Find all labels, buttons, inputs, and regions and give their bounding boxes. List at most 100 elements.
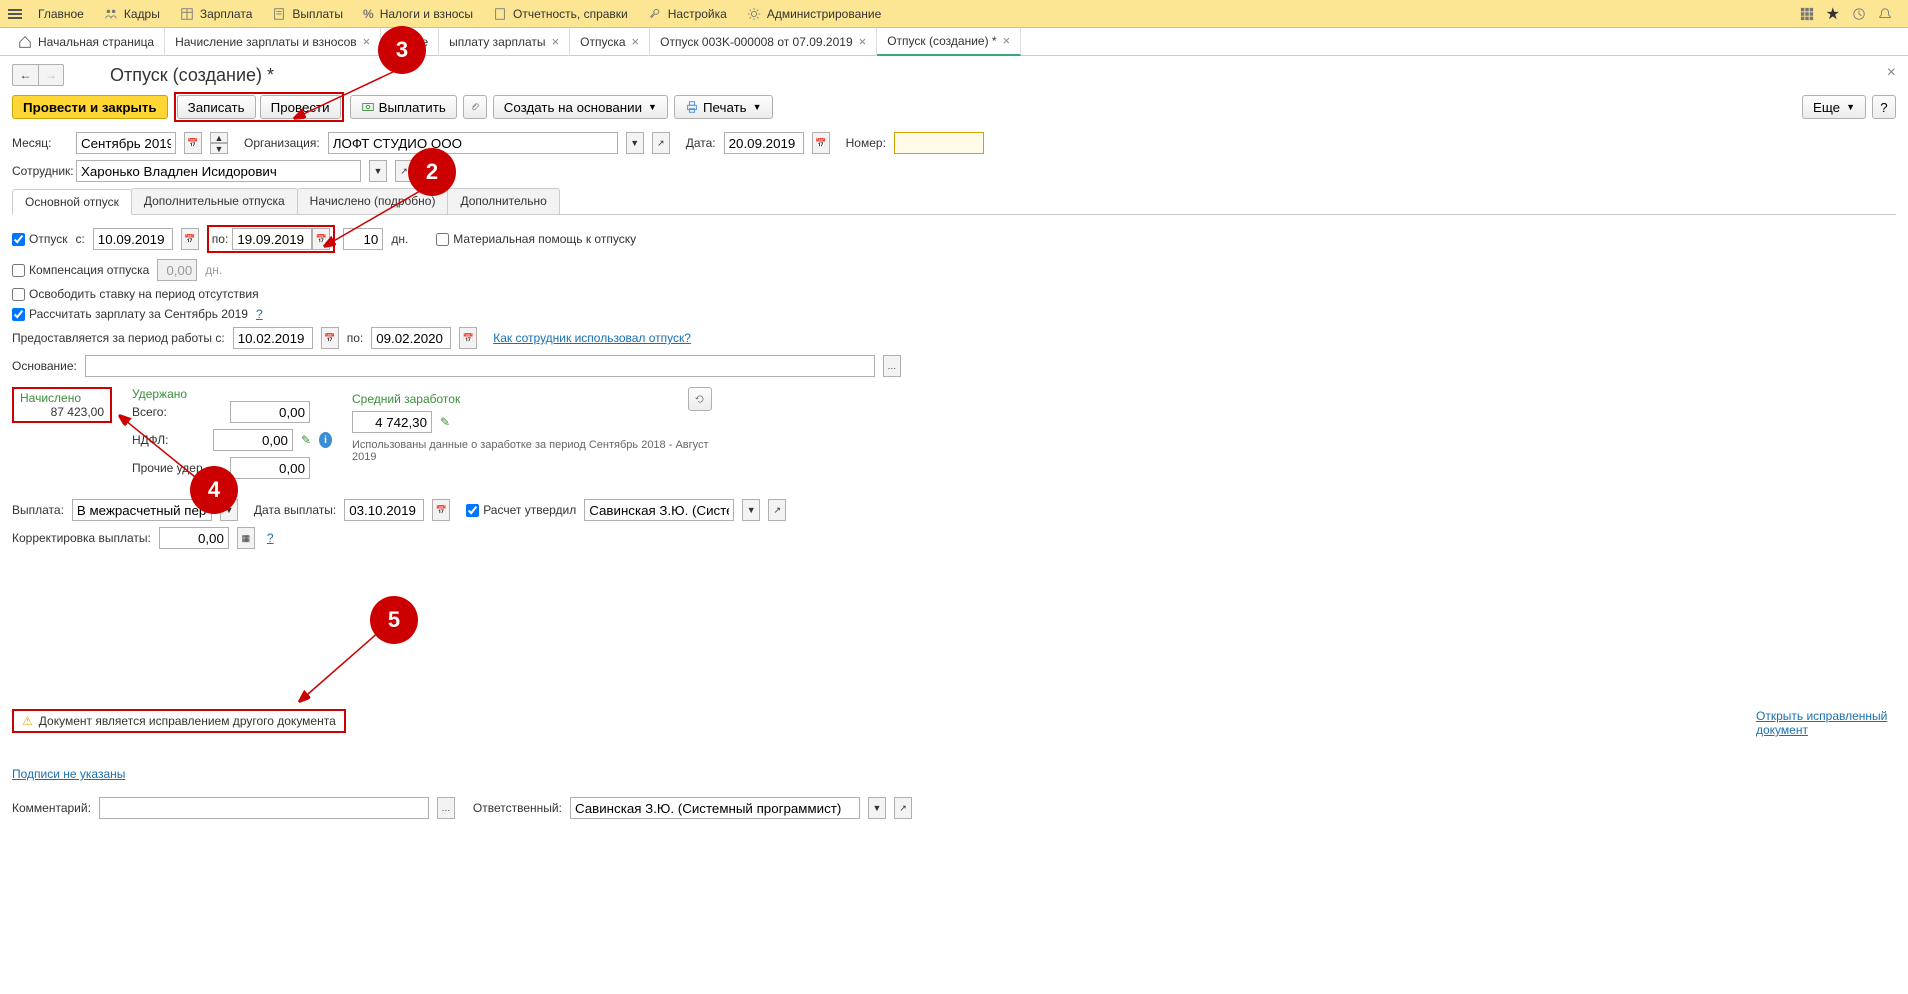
dropdown-icon[interactable]: ▼ — [626, 132, 644, 154]
ellipsis-icon[interactable]: … — [437, 797, 455, 819]
close-page-button[interactable]: × — [1887, 64, 1896, 82]
from-date-field[interactable] — [93, 228, 173, 250]
ellipsis-icon[interactable]: … — [883, 355, 901, 377]
post-button[interactable]: Провести — [260, 95, 341, 119]
info-icon[interactable]: i — [319, 432, 332, 448]
period-from-field[interactable] — [233, 327, 313, 349]
period-to-field[interactable] — [371, 327, 451, 349]
menu-reports[interactable]: Отчетность, справки — [483, 3, 638, 25]
close-icon[interactable]: × — [859, 34, 867, 49]
signatures-link[interactable]: Подписи не указаны — [12, 767, 125, 781]
basis-field[interactable] — [85, 355, 875, 377]
bell-icon[interactable] — [1878, 7, 1892, 21]
avg-label: Средний заработок — [352, 392, 460, 406]
subtab-extra[interactable]: Дополнительно — [447, 188, 559, 214]
spin-up-icon[interactable]: ▲ — [210, 132, 228, 143]
comment-field[interactable] — [99, 797, 429, 819]
dropdown-icon[interactable]: ▼ — [868, 797, 886, 819]
accrued-value: 87 423,00 — [20, 405, 104, 419]
menu-salary[interactable]: Зарплата — [170, 3, 263, 25]
pay-date-field[interactable] — [344, 499, 424, 521]
close-icon[interactable]: × — [552, 34, 560, 49]
correction-field[interactable] — [159, 527, 229, 549]
calendar-icon[interactable]: 📅 — [184, 132, 202, 154]
approved-checkbox[interactable]: Расчет утвердил — [466, 503, 576, 517]
total-field[interactable] — [230, 401, 310, 423]
spin-down-icon[interactable]: ▼ — [210, 143, 228, 154]
month-label: Месяц: — [12, 136, 68, 150]
employee-field[interactable] — [76, 160, 361, 182]
calendar-icon[interactable]: 📅 — [321, 327, 339, 349]
approved-field[interactable] — [584, 499, 734, 521]
refresh-button[interactable] — [688, 387, 712, 411]
create-based-button[interactable]: Создать на основании▼ — [493, 95, 668, 119]
vacation-checkbox[interactable]: Отпуск — [12, 232, 67, 246]
ndfl-field[interactable] — [213, 429, 293, 451]
subtab-additional[interactable]: Дополнительные отпуска — [131, 188, 298, 214]
help-button[interactable]: ? — [1872, 95, 1896, 119]
calendar-icon[interactable]: 📅 — [459, 327, 477, 349]
org-field[interactable] — [328, 132, 618, 154]
other-field[interactable] — [230, 457, 310, 479]
dropdown-icon[interactable]: ▼ — [742, 499, 760, 521]
calc-icon[interactable]: ▦ — [237, 527, 255, 549]
release-checkbox[interactable]: Освободить ставку на период отсутствия — [12, 287, 259, 301]
menu-settings[interactable]: Настройка — [638, 3, 737, 25]
correction-warning: ⚠ Документ является исправлением другого… — [12, 709, 346, 733]
hamburger-icon[interactable] — [8, 9, 22, 19]
month-field[interactable] — [76, 132, 176, 154]
more-button[interactable]: Еще▼ — [1802, 95, 1866, 119]
responsible-field[interactable] — [570, 797, 860, 819]
save-button[interactable]: Записать — [177, 95, 256, 119]
attach-button[interactable] — [463, 95, 487, 119]
history-icon[interactable] — [1852, 7, 1866, 21]
subtab-main[interactable]: Основной отпуск — [12, 189, 132, 215]
menu-taxes[interactable]: %Налоги и взносы — [353, 3, 483, 25]
close-icon[interactable]: × — [363, 34, 371, 49]
open-corrected-link[interactable]: Открыть исправленный документ — [1756, 709, 1896, 737]
tab-start[interactable]: Начальная страница — [8, 28, 165, 56]
menu-admin[interactable]: Администрирование — [737, 3, 891, 25]
compensation-field — [157, 259, 197, 281]
open-icon[interactable]: ↗ — [894, 797, 912, 819]
to-date-field[interactable] — [232, 228, 312, 250]
apps-icon[interactable] — [1800, 7, 1814, 21]
star-icon[interactable]: ★ — [1826, 4, 1840, 24]
post-close-button[interactable]: Провести и закрыть — [12, 95, 168, 119]
calendar-icon[interactable]: 📅 — [181, 228, 199, 250]
days-field[interactable] — [343, 228, 383, 250]
help-link[interactable]: ? — [256, 307, 263, 321]
pay-button[interactable]: Выплатить — [350, 95, 457, 119]
menu-personnel[interactable]: Кадры — [94, 3, 170, 25]
pencil-icon[interactable]: ✎ — [440, 415, 450, 429]
menu-main[interactable]: Главное — [28, 3, 94, 25]
close-icon[interactable]: × — [1003, 33, 1011, 48]
material-help-checkbox[interactable]: Материальная помощь к отпуску — [436, 232, 636, 246]
calc-salary-checkbox[interactable]: Рассчитать зарплату за Сентябрь 2019 — [12, 307, 248, 321]
date-field[interactable] — [724, 132, 804, 154]
number-field[interactable] — [894, 132, 984, 154]
tab-paystatements[interactable]: ыплату зарплаты× — [439, 28, 570, 56]
menu-payments[interactable]: Выплаты — [262, 3, 353, 25]
tab-current[interactable]: Отпуск (создание) *× — [877, 28, 1021, 56]
help-link[interactable]: ? — [267, 531, 274, 545]
print-button[interactable]: Печать▼ — [674, 95, 773, 119]
home-icon — [18, 35, 32, 49]
calendar-icon[interactable]: 📅 — [812, 132, 830, 154]
tab-vacations[interactable]: Отпуска× — [570, 28, 650, 56]
usage-link[interactable]: Как сотрудник использовал отпуск? — [493, 331, 691, 345]
open-icon[interactable]: ↗ — [768, 499, 786, 521]
compensation-checkbox[interactable]: Компенсация отпуска — [12, 263, 149, 277]
close-icon[interactable]: × — [632, 34, 640, 49]
tab-vacation-doc[interactable]: Отпуск 003K-000008 от 07.09.2019× — [650, 28, 877, 56]
tab-payroll[interactable]: Начисление зарплаты и взносов× — [165, 28, 381, 56]
nav-back-button[interactable]: ← — [12, 64, 38, 86]
open-icon[interactable]: ↗ — [652, 132, 670, 154]
avg-field[interactable] — [352, 411, 432, 433]
nav-forward-button[interactable]: → — [38, 64, 64, 86]
calendar-icon[interactable]: 📅 — [432, 499, 450, 521]
dropdown-icon[interactable]: ▼ — [369, 160, 387, 182]
calendar-icon[interactable]: 📅 — [312, 228, 330, 250]
pencil-icon[interactable]: ✎ — [301, 433, 311, 447]
payment-field[interactable] — [72, 499, 212, 521]
